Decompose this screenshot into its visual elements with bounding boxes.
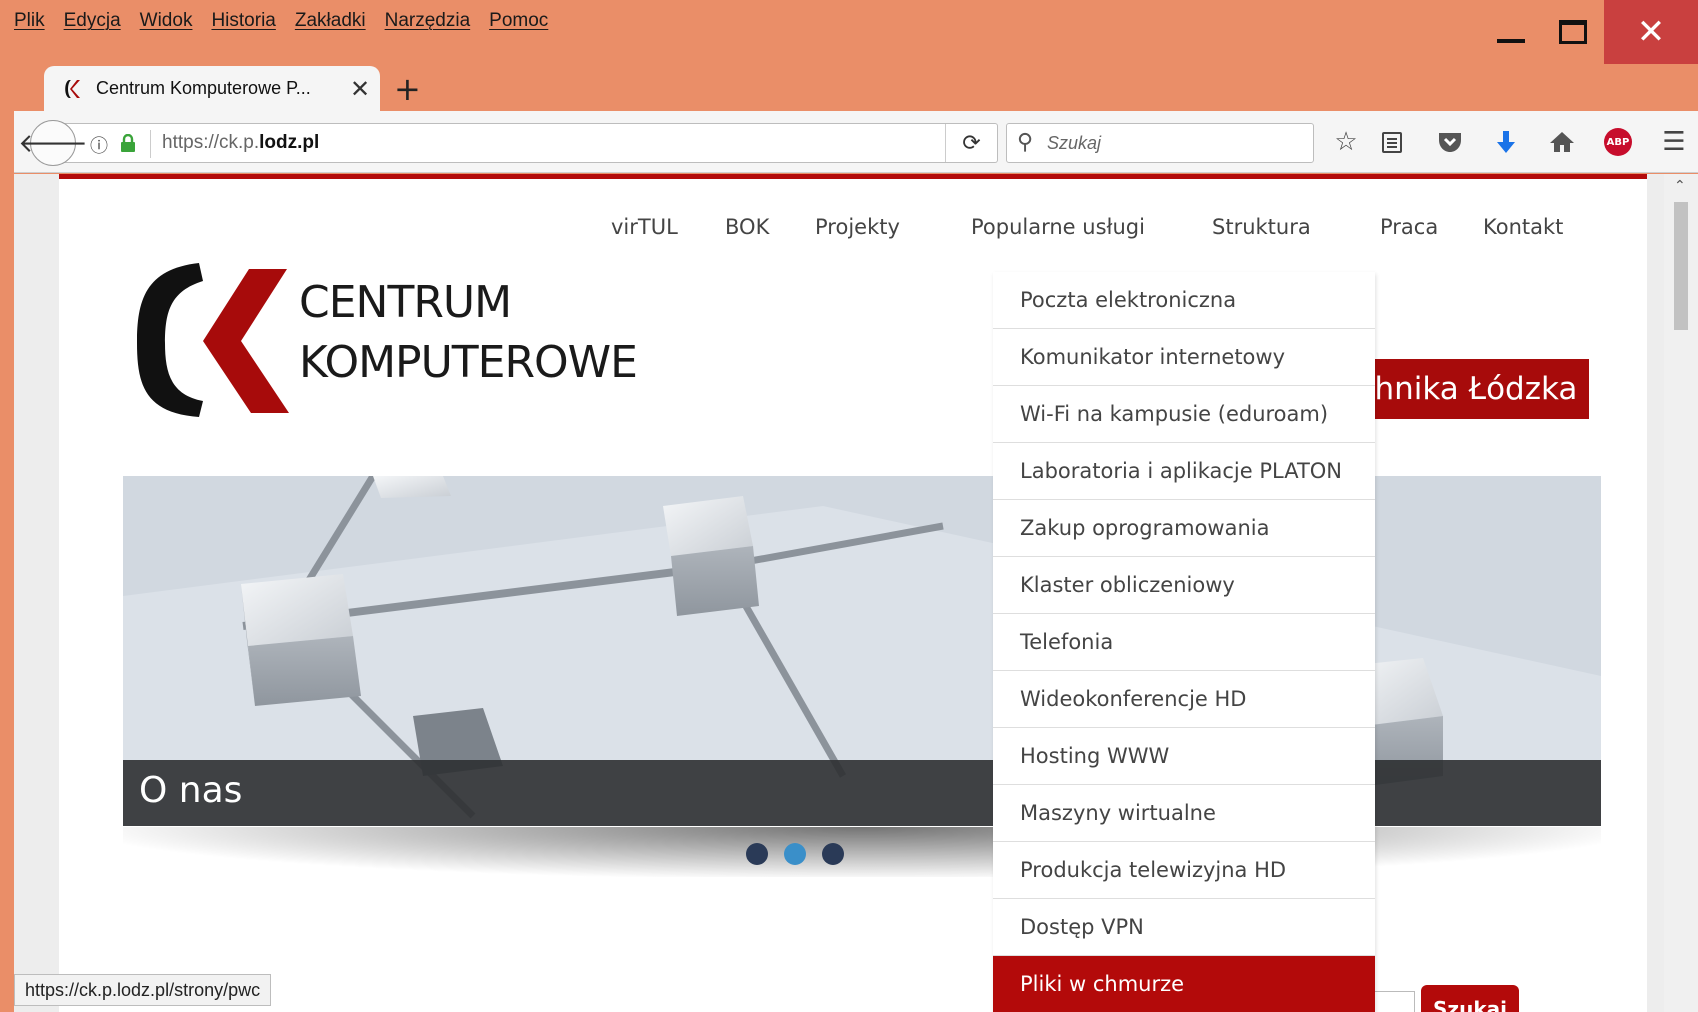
popular-services-dropdown: Poczta elektroniczna Komunikator interne… [993, 272, 1375, 1012]
close-icon: ✕ [1636, 12, 1666, 52]
close-window-button[interactable]: ✕ [1604, 0, 1698, 64]
dropdown-item-pliki[interactable]: Pliki w chmurze [993, 956, 1375, 1012]
dropdown-item-vpn[interactable]: Dostęp VPN [993, 899, 1375, 956]
hamburger-menu-icon[interactable]: ☰ [1658, 125, 1690, 159]
nav-virtul[interactable]: virTUL [611, 215, 678, 239]
menu-bar: Plik Edycja Widok Historia Zakładki Narz… [14, 10, 567, 40]
menu-edycja[interactable]: Edycja [64, 10, 121, 40]
browser-tab[interactable]: Centrum Komputerowe P... ✕ [44, 66, 380, 111]
scroll-up-icon[interactable]: ⌃ [1674, 178, 1686, 194]
back-arrow-icon: 🡐 [18, 128, 88, 159]
nav-kontakt[interactable]: Kontakt [1483, 215, 1563, 239]
search-placeholder: Szukaj [1047, 133, 1102, 153]
dropdown-item-maszyny[interactable]: Maszyny wirtualne [993, 785, 1375, 842]
slide-caption[interactable]: O nas [123, 760, 1601, 826]
tab-close-icon[interactable]: ✕ [340, 75, 380, 103]
menu-plik[interactable]: Plik [14, 10, 45, 40]
bookmark-star-icon[interactable]: ☆ [1330, 125, 1362, 159]
website-page: virTUL BOK Projekty Popularne usługi Str… [59, 174, 1647, 1012]
download-icon[interactable] [1490, 125, 1522, 159]
bookmarks-list-icon[interactable] [1376, 125, 1408, 159]
menu-zakladki[interactable]: Zakładki [295, 10, 366, 40]
nav-projekty[interactable]: Projekty [815, 215, 900, 239]
minimize-button[interactable] [1480, 0, 1542, 64]
status-url: https://ck.p.lodz.pl/strony/pwc [14, 974, 272, 1006]
reload-icon[interactable]: ⟳ [945, 124, 997, 162]
navigation-toolbar: ⓘ https://ck.p.lodz.pl ⟳ 🡐 ⚲ Szukaj ☆ AB… [14, 111, 1698, 173]
lock-icon [121, 134, 135, 152]
dropdown-item-hosting[interactable]: Hosting WWW [993, 728, 1375, 785]
image-slider[interactable]: O nas [123, 476, 1601, 826]
dropdown-item-platon[interactable]: Laboratoria i aplikacje PLATON [993, 443, 1375, 500]
dropdown-item-produkcja[interactable]: Produkcja telewizyjna HD [993, 842, 1375, 899]
maximize-icon [1559, 20, 1587, 44]
dropdown-item-wideokonferencje[interactable]: Wideokonferencje HD [993, 671, 1375, 728]
logo-text-centrum: CENTRUM [299, 277, 512, 328]
url-separator [150, 130, 151, 158]
tab-title: Centrum Komputerowe P... [96, 78, 311, 98]
window-controls: ✕ [1480, 0, 1698, 64]
browser-window: Plik Edycja Widok Historia Zakładki Narz… [0, 0, 1698, 1012]
slider-dot-1[interactable] [746, 843, 768, 865]
minimize-icon [1497, 39, 1525, 43]
maximize-button[interactable] [1542, 0, 1604, 64]
home-icon[interactable] [1546, 125, 1578, 159]
menu-pomoc[interactable]: Pomoc [489, 10, 548, 40]
menu-narzedzia[interactable]: Narzędzia [385, 10, 471, 40]
menu-historia[interactable]: Historia [211, 10, 275, 40]
slide-caption-text: O nas [139, 770, 243, 811]
site-search-button[interactable]: Szukaj [1421, 985, 1519, 1012]
menu-widok[interactable]: Widok [140, 10, 193, 40]
dropdown-item-komunikator[interactable]: Komunikator internetowy [993, 329, 1375, 386]
new-tab-button[interactable]: + [394, 70, 421, 108]
slider-shadow [123, 827, 1601, 877]
slider-dot-3[interactable] [822, 843, 844, 865]
nav-praca[interactable]: Praca [1380, 215, 1438, 239]
info-icon[interactable]: ⓘ [90, 132, 108, 158]
logo-text-komputerowe: KOMPUTEROWE [299, 337, 638, 388]
scrollbar-thumb[interactable] [1674, 202, 1688, 330]
nav-bok[interactable]: BOK [725, 215, 769, 239]
dropdown-item-zakup[interactable]: Zakup oprogramowania [993, 500, 1375, 557]
dropdown-item-wifi[interactable]: Wi-Fi na kampusie (eduroam) [993, 386, 1375, 443]
search-input[interactable]: ⚲ Szukaj [1006, 123, 1314, 163]
dropdown-item-klaster[interactable]: Klaster obliczeniowy [993, 557, 1375, 614]
dropdown-item-poczta[interactable]: Poczta elektroniczna [993, 272, 1375, 329]
nav-struktura[interactable]: Struktura [1212, 215, 1311, 239]
ck-logo-icon[interactable] [137, 261, 297, 421]
vertical-scrollbar[interactable]: ⌃ [1664, 174, 1698, 1012]
slider-dot-2[interactable] [784, 843, 806, 865]
ck-favicon-icon [62, 78, 84, 100]
url-bar[interactable]: ⓘ https://ck.p.lodz.pl ⟳ [58, 123, 998, 163]
back-button[interactable]: 🡐 [18, 120, 88, 166]
url-text[interactable]: https://ck.p.lodz.pl [162, 132, 319, 154]
nav-popularne-uslugi[interactable]: Popularne usługi [971, 215, 1145, 239]
adblock-icon[interactable]: ABP [1602, 125, 1634, 159]
page-viewport: virTUL BOK Projekty Popularne usługi Str… [14, 174, 1698, 1012]
search-icon: ⚲ [1017, 130, 1034, 155]
dropdown-item-telefonia[interactable]: Telefonia [993, 614, 1375, 671]
pocket-icon[interactable] [1434, 125, 1466, 159]
